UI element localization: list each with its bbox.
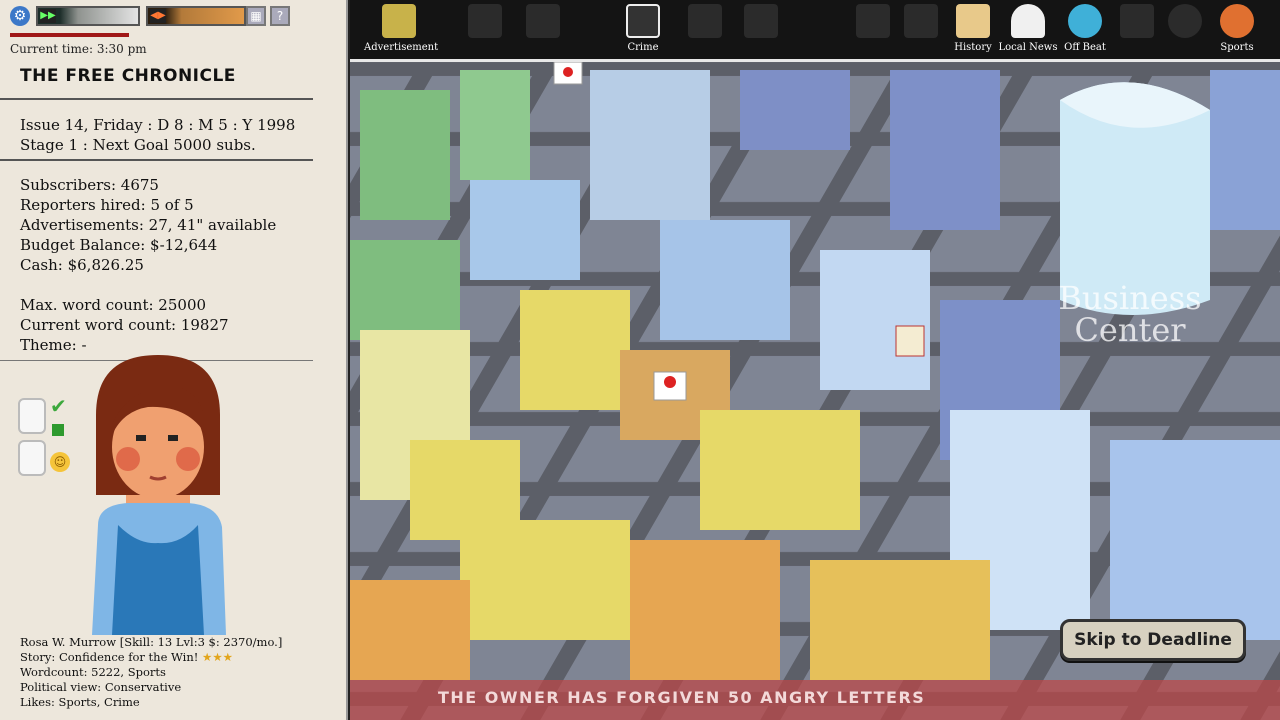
city-map — [350, 60, 1280, 720]
divider — [0, 159, 313, 161]
explosion-icon — [856, 4, 890, 38]
bell-icon — [1120, 4, 1154, 38]
category-crime[interactable]: Crime — [608, 4, 678, 53]
calendar-grid-icon[interactable]: ▦ — [246, 6, 266, 26]
business-center-label: Business Center — [1058, 279, 1202, 349]
volume-slider[interactable]: ◀▶ — [146, 6, 246, 26]
theme: Theme: - — [20, 336, 87, 354]
flag-icon — [52, 424, 64, 436]
next-reporter-button[interactable] — [18, 440, 46, 476]
atom-icon — [1168, 4, 1202, 38]
previous-reporter-button[interactable] — [18, 398, 46, 434]
smile-icon: ☺ — [50, 452, 70, 472]
story-text: Story: Confidence for the Win! — [20, 650, 199, 664]
category-label: Crime — [627, 42, 659, 53]
category-toolbar: Advertisement Crime History Local News O… — [350, 0, 1280, 62]
reporter-likes: Likes: Sports, Crime — [20, 695, 140, 709]
expand-arrows-icon: ◀▶ — [150, 9, 166, 23]
current-time: Current time: 3:30 pm — [10, 42, 147, 56]
thief-mask-icon — [626, 4, 660, 38]
category-advertisement[interactable]: Advertisement — [364, 4, 438, 53]
settings-gear-icon[interactable]: ⚙ — [10, 6, 30, 26]
newspaper-panel: ⚙ ▶▶ ◀▶ ▦ ? Current time: 3:30 pm THE FR… — [0, 0, 348, 720]
category-label: Off Beat — [1064, 42, 1106, 53]
money-stack-icon — [382, 4, 416, 38]
checkmark-icon: ✔ — [50, 394, 67, 418]
skip-to-deadline-button[interactable]: Skip to Deadline — [1060, 619, 1246, 661]
category-label: Local News — [998, 42, 1058, 53]
stat-budget: Budget Balance: $-12,644 — [20, 236, 218, 254]
game-speed-slider[interactable]: ▶▶ — [36, 6, 140, 26]
story-scroll-marker[interactable] — [895, 325, 925, 357]
category-label: Sports — [1220, 42, 1254, 53]
divider — [0, 98, 313, 100]
category-label: Advertisement — [364, 42, 439, 53]
city-map-view[interactable]: Business Center Advertisement Crime Hist… — [350, 0, 1280, 720]
map-pin-icon — [1011, 4, 1045, 38]
reporter-wordcount: Wordcount: 5222, Sports — [20, 665, 166, 679]
fast-forward-icon: ▶▶ — [40, 9, 56, 23]
laptop-icon — [744, 4, 778, 38]
reporter-portrait-icon — [92, 355, 226, 635]
current-word-count: Current word count: 19827 — [20, 316, 229, 334]
category-technology[interactable] — [726, 4, 796, 42]
news-location-pin[interactable] — [653, 371, 687, 401]
reporter-name: Rosa W. Murrow [Skill: 13 Lvl:3 $: 2370/… — [20, 635, 283, 649]
stage-line: Stage 1 : Next Goal 5000 subs. — [20, 136, 256, 154]
scroll-icon — [956, 4, 990, 38]
sports-balls-icon — [1220, 4, 1254, 38]
deadline-progress-bar — [10, 33, 129, 37]
help-icon[interactable]: ? — [270, 6, 290, 26]
issue-line: Issue 14, Friday : D 8 : M 5 : Y 1998 — [20, 116, 296, 134]
stat-advertisements: Advertisements: 27, 41" available — [20, 216, 277, 234]
ufo-icon — [1068, 4, 1102, 38]
category-label: History — [954, 42, 992, 53]
stat-subscribers: Subscribers: 4675 — [20, 176, 159, 194]
category-business[interactable] — [508, 4, 578, 42]
theater-masks-icon — [468, 4, 502, 38]
stat-reporters: Reporters hired: 5 of 5 — [20, 196, 194, 214]
stocks-chart-icon — [688, 4, 722, 38]
top-controls: ⚙ ▶▶ ◀▶ ▦ ? — [6, 5, 306, 27]
stat-cash: Cash: $6,826.25 — [20, 256, 144, 274]
heartbeat-icon — [904, 4, 938, 38]
notification-banner: THE OWNER HAS FORGIVEN 50 ANGRY LETTERS — [350, 680, 1280, 720]
reporter-political-view: Political view: Conservative — [20, 680, 182, 694]
news-location-pin[interactable] — [553, 61, 583, 85]
newspaper-title: THE FREE CHRONICLE — [20, 66, 236, 86]
notification-text: THE OWNER HAS FORGIVEN 50 ANGRY LETTERS — [438, 688, 926, 707]
suit-icon — [526, 4, 560, 38]
reporter-story: Story: Confidence for the Win! ★★★ — [20, 650, 233, 664]
max-word-count: Max. word count: 25000 — [20, 296, 207, 314]
rating-stars: ★★★ — [202, 650, 233, 664]
category-sports[interactable]: Sports — [1202, 4, 1272, 53]
